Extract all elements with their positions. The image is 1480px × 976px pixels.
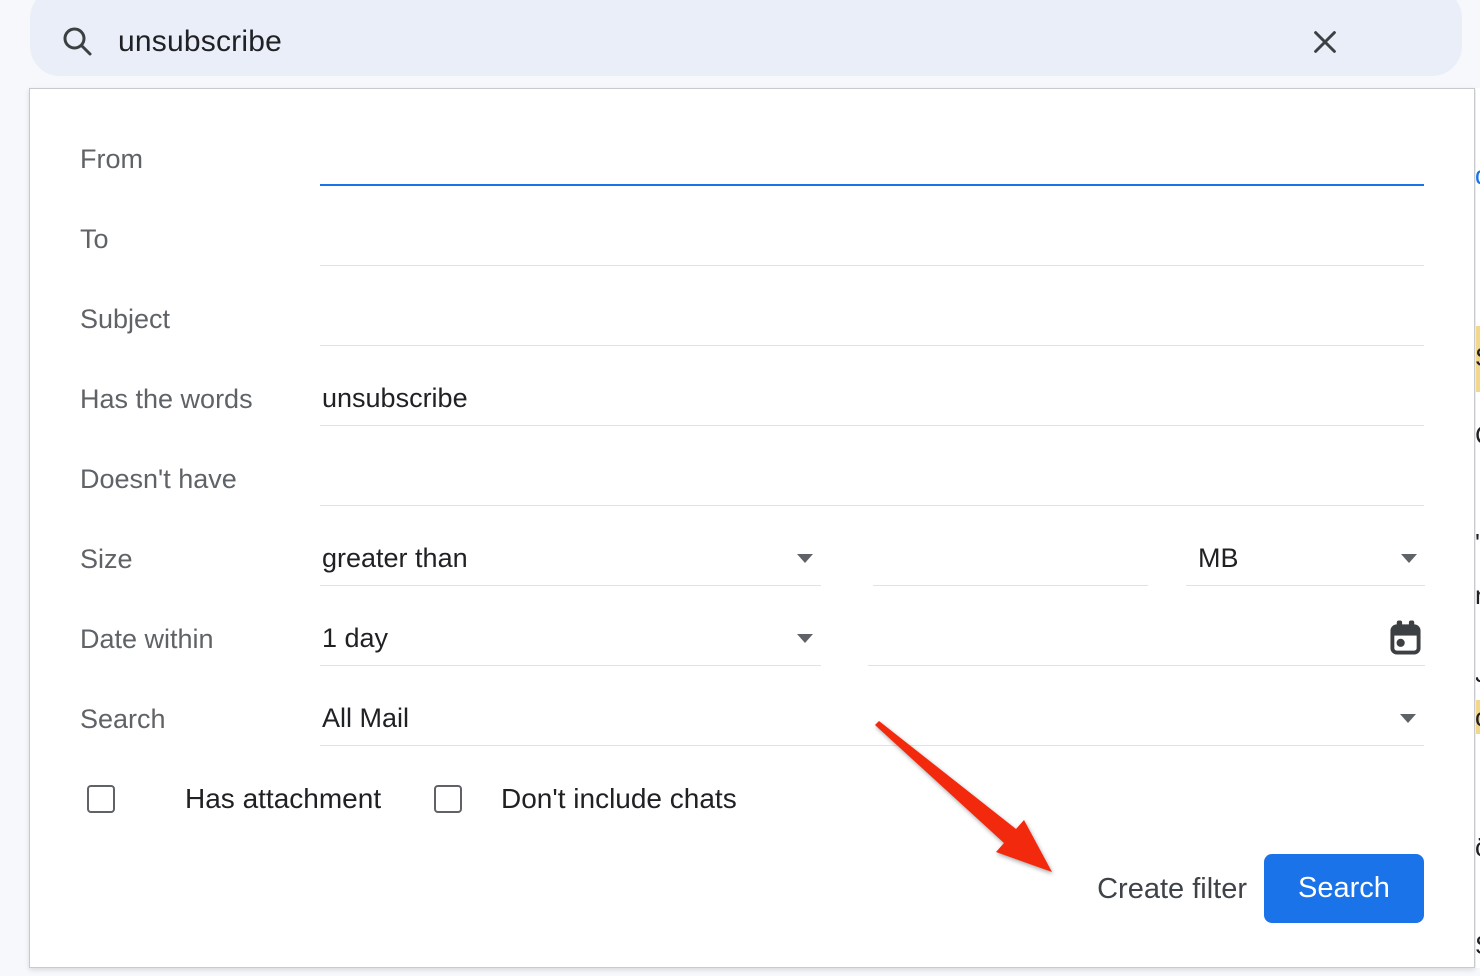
has-words-row: Has the words <box>80 371 1424 427</box>
date-within-label: Date within <box>80 611 214 667</box>
mail-text-fragment: S <box>1476 930 1480 961</box>
size-label: Size <box>80 531 133 587</box>
chevron-down-icon <box>1401 554 1417 563</box>
search-bar[interactable]: unsubscribe <box>30 0 1462 76</box>
has-attachment-label: Has attachment <box>185 771 381 827</box>
chevron-down-icon <box>797 634 813 643</box>
from-label: From <box>80 131 143 187</box>
has-attachment-checkbox[interactable] <box>87 785 115 813</box>
to-label: To <box>80 211 109 267</box>
mail-text-fragment: d <box>1476 160 1480 191</box>
advanced-search-panel: From To Subject Has the words Doesn't ha… <box>29 88 1475 968</box>
doesnt-have-label: Doesn't have <box>80 451 237 507</box>
search-scope-label: Search <box>80 691 166 747</box>
to-input[interactable] <box>320 211 1424 266</box>
date-input[interactable] <box>868 611 1373 663</box>
date-picker-field[interactable] <box>868 611 1425 666</box>
calendar-icon[interactable] <box>1389 620 1422 674</box>
doesnt-have-input[interactable] <box>320 451 1424 506</box>
search-query-text[interactable]: unsubscribe <box>118 25 282 59</box>
subject-label: Subject <box>80 291 170 347</box>
size-row: Size greater than MB <box>80 531 1424 587</box>
mail-text-fragment: ö <box>1476 832 1480 863</box>
subject-input[interactable] <box>320 291 1424 346</box>
from-row: From <box>80 131 1424 187</box>
dont-include-chats-label: Don't include chats <box>501 771 737 827</box>
has-words-input[interactable] <box>320 371 1424 426</box>
date-within-dropdown[interactable]: 1 day <box>320 611 821 666</box>
size-unit-dropdown[interactable]: MB <box>1186 531 1425 586</box>
size-operator-value: greater than <box>320 543 468 573</box>
clear-search-icon[interactable] <box>1310 27 1340 62</box>
mail-text-fragment: J <box>1476 658 1480 689</box>
mail-text-fragment: S <box>1476 342 1480 373</box>
mail-text-fragment: o <box>1476 702 1480 733</box>
search-scope-value: All Mail <box>320 703 409 733</box>
create-filter-button[interactable]: Create filter <box>1097 854 1247 924</box>
search-button[interactable]: Search <box>1264 854 1424 923</box>
doesnt-have-row: Doesn't have <box>80 451 1424 507</box>
actions-row: Create filter Search <box>80 854 1424 924</box>
search-icon <box>61 25 95 64</box>
size-operator-dropdown[interactable]: greater than <box>320 531 821 586</box>
has-words-label: Has the words <box>80 371 253 427</box>
chevron-down-icon <box>797 554 813 563</box>
subject-row: Subject <box>80 291 1424 347</box>
mail-text-fragment: 'c <box>1476 528 1480 559</box>
date-within-value: 1 day <box>320 623 388 653</box>
size-unit-value: MB <box>1196 543 1239 573</box>
date-within-row: Date within 1 day <box>80 611 1424 667</box>
search-scope-row: Search All Mail <box>80 691 1424 747</box>
background-mail-list-sliver: d S C 'c n J o ö S <box>1476 88 1480 968</box>
mail-text-fragment: C <box>1476 420 1480 451</box>
to-row: To <box>80 211 1424 267</box>
chevron-down-icon <box>1400 714 1416 723</box>
search-scope-dropdown[interactable]: All Mail <box>320 691 1424 746</box>
dont-include-chats-checkbox[interactable] <box>434 785 462 813</box>
mail-text-fragment: n <box>1476 580 1480 611</box>
size-amount-input[interactable] <box>873 531 1148 586</box>
checkbox-row: Has attachment Don't include chats <box>80 771 1424 827</box>
from-input[interactable] <box>320 131 1424 186</box>
